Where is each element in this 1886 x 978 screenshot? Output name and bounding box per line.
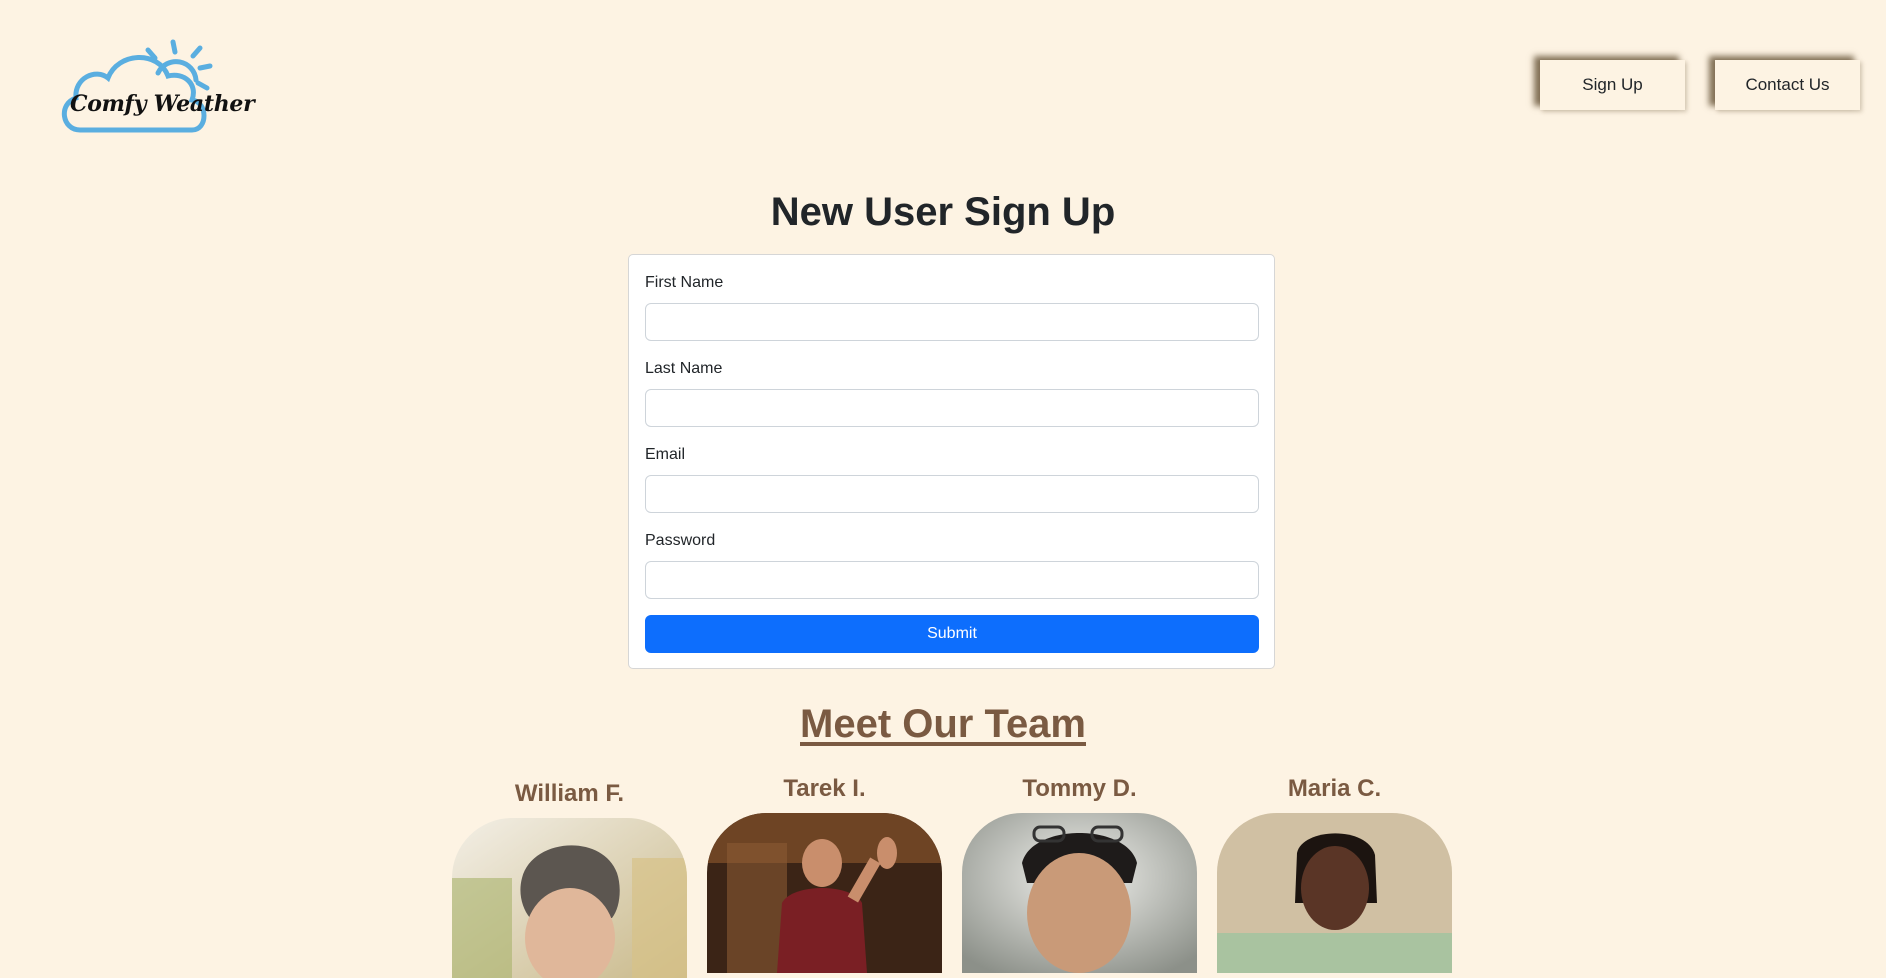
first-name-field[interactable] xyxy=(645,303,1259,341)
last-name-label: Last Name xyxy=(645,360,723,377)
last-name-field[interactable] xyxy=(645,389,1259,427)
team-member-photo xyxy=(707,813,942,973)
email-field[interactable] xyxy=(645,475,1259,513)
password-field[interactable] xyxy=(645,561,1259,599)
first-name-label: First Name xyxy=(645,274,724,291)
page-title: New User Sign Up xyxy=(770,190,1116,234)
signup-form: First Name Last Name Email Password Subm… xyxy=(628,254,1275,669)
team-member-name: Maria C. xyxy=(1287,775,1382,802)
team-member-photo xyxy=(962,813,1197,973)
cloud-sun-icon xyxy=(62,39,213,133)
email-label: Email xyxy=(645,446,686,463)
team-member-name: Tommy D. xyxy=(1022,775,1137,802)
password-label: Password xyxy=(645,532,716,549)
team-member-name: William F. xyxy=(514,780,625,807)
team-member-name: Tarek I. xyxy=(783,775,866,802)
team-member-photo xyxy=(1217,813,1452,973)
nav-sign-up-button[interactable]: Sign Up xyxy=(1540,60,1685,110)
logo-text: Comfy Weather xyxy=(70,91,255,117)
team-member-photo xyxy=(452,818,687,978)
team-section-title: Meet Our Team xyxy=(800,702,1086,746)
logo[interactable]: Comfy Weather xyxy=(60,38,255,136)
submit-button[interactable]: Submit xyxy=(645,615,1259,653)
nav-contact-us-button[interactable]: Contact Us xyxy=(1715,60,1860,110)
header: Comfy Weather Sign Up Contact Us xyxy=(0,0,1886,150)
